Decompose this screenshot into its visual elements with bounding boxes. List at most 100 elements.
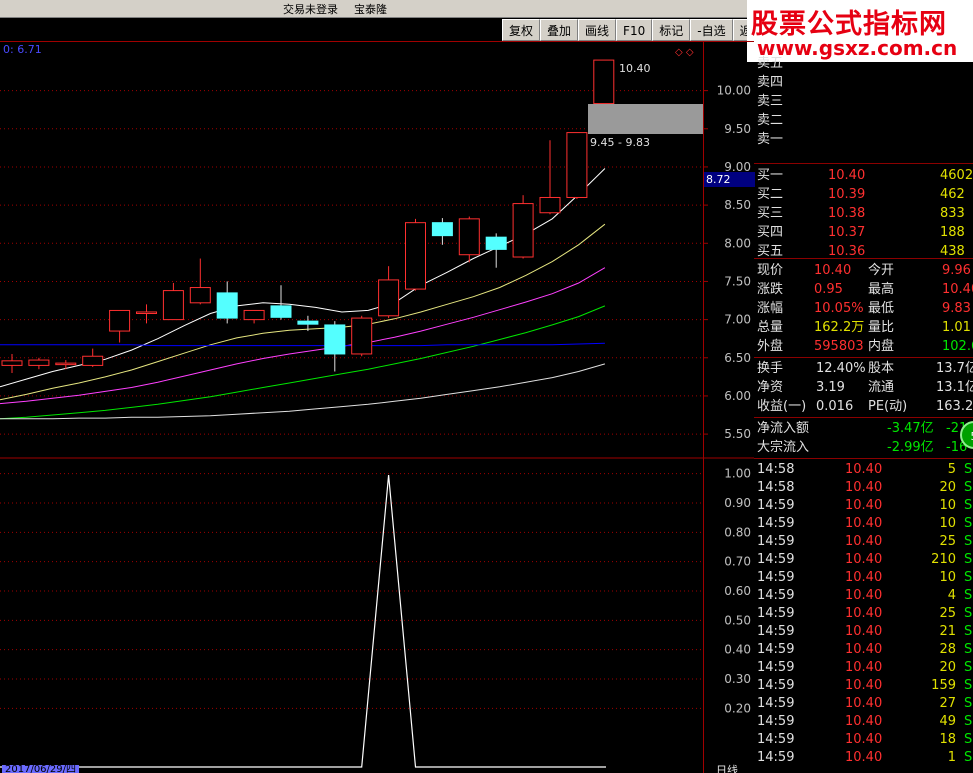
price-tick-label: 5.50 — [724, 427, 751, 441]
candle-body — [136, 311, 157, 314]
remove-watchlist-button[interactable]: -自选 — [690, 19, 733, 41]
stat-row: 总量 162.2万 量比 1.01 — [754, 318, 973, 337]
draw-line-button[interactable]: 画线 — [578, 19, 617, 41]
tick-time: 14:59 — [757, 678, 795, 693]
candle[interactable] — [431, 218, 453, 245]
tick-price: 10.40 — [845, 750, 883, 765]
candle[interactable] — [82, 348, 104, 367]
candle[interactable] — [189, 258, 211, 305]
level-price: 10.40 — [828, 168, 866, 183]
period-label[interactable]: 日线 — [716, 762, 738, 773]
level-label: 买一 — [757, 168, 784, 183]
candle[interactable] — [405, 218, 426, 291]
diamond-icon[interactable]: ◇ ◇ — [675, 47, 694, 58]
candle[interactable] — [136, 304, 157, 324]
tick-side: S — [964, 606, 973, 621]
candle[interactable] — [378, 266, 400, 319]
candle[interactable] — [216, 281, 238, 324]
candle[interactable] — [351, 315, 373, 357]
tick-time: 14:58 — [757, 462, 795, 477]
tick-volume: 49 — [939, 714, 956, 729]
chart-toolbar: 复权 叠加 画线 F10 标记 -自选 返回 — [502, 19, 771, 41]
tick-side: S — [964, 462, 973, 477]
fundamental-value: 3.19 — [816, 380, 845, 395]
candle-body — [351, 317, 373, 355]
sub-tick-label: 0.30 — [724, 672, 751, 686]
candle-body — [405, 222, 426, 290]
stock-name: 宝泰隆 — [354, 3, 387, 16]
stat-value: 0.95 — [814, 282, 843, 297]
level-label: 买四 — [757, 225, 784, 240]
tick-row: 14:59 10.40 159 S — [754, 677, 973, 695]
candle[interactable] — [458, 216, 480, 263]
watermark-logo: 股票公式指标网 www.gsxz.com.cn — [747, 0, 973, 62]
sub-tick-label: 0.60 — [724, 584, 751, 598]
buy-4-row[interactable]: 买四 10.37 188 — [754, 223, 973, 242]
candle[interactable] — [539, 140, 561, 215]
tick-volume: 20 — [939, 660, 956, 675]
buy-2-row[interactable]: 买二 10.39 462 — [754, 185, 973, 204]
buy-1-row[interactable]: 买一 10.40 46025 — [754, 166, 973, 185]
candle-body — [378, 279, 400, 317]
stat-value: 162.2万 — [814, 320, 865, 335]
candle-body — [512, 203, 534, 258]
mark-button[interactable]: 标记 — [652, 19, 691, 41]
stat-row: 涨跌 0.95 最高 10.40 — [754, 280, 973, 299]
fundamental-label: PE(动) — [868, 399, 908, 414]
candle[interactable] — [1, 353, 23, 374]
signal-line — [0, 475, 606, 768]
candle-body — [216, 292, 238, 319]
stat-value: 10.05% — [814, 301, 864, 316]
buy-3-row[interactable]: 买三 10.38 833 — [754, 204, 973, 223]
tick-row: 14:59 10.40 20 S — [754, 659, 973, 677]
flow-row: 净流入额 -3.47亿 -21 — [754, 419, 973, 438]
tick-time: 14:59 — [757, 624, 795, 639]
candle-body — [593, 59, 615, 105]
restore-rights-button[interactable]: 复权 — [502, 19, 541, 41]
candle-body — [566, 132, 588, 198]
fundamental-value: 13.7亿 — [936, 361, 973, 376]
candle[interactable] — [243, 309, 265, 324]
candle-body — [431, 222, 453, 237]
fundamental-label: 换手 — [757, 361, 784, 376]
candle[interactable] — [109, 309, 131, 343]
fundamental-value: 0.016 — [816, 399, 854, 414]
tick-row: 14:59 10.40 210 S — [754, 551, 973, 569]
tick-volume: 27 — [939, 696, 956, 711]
tick-side: S — [964, 678, 973, 693]
candle-body — [539, 196, 561, 214]
candle[interactable] — [28, 357, 50, 370]
candle[interactable] — [162, 282, 184, 321]
stat-row: 现价 10.40 今开 9.96 — [754, 261, 973, 280]
overlay-button[interactable]: 叠加 — [540, 19, 579, 41]
kline-chart[interactable]: 10.009.509.008.508.007.507.006.506.005.5… — [0, 41, 754, 773]
fundamental-value: 163.2 — [936, 399, 973, 414]
tick-price: 10.40 — [845, 696, 883, 711]
level-volume: 46025 — [940, 168, 973, 183]
crosshair-price-tag: 8.72 — [704, 172, 755, 187]
fundamental-label: 收益(一) — [757, 399, 807, 414]
candle-body — [1, 360, 23, 366]
fundamental-label: 股本 — [868, 361, 895, 376]
candle[interactable] — [566, 132, 588, 200]
quote-panel: 卖五 卖四 卖三 卖二 卖一 买一 10.40 46025 买二 10.39 462 买三 1… — [754, 56, 973, 773]
login-status: 交易未登录 — [283, 3, 338, 16]
candle[interactable] — [485, 233, 507, 268]
candle-body — [28, 359, 50, 366]
sub-tick-label: 0.90 — [724, 496, 751, 510]
flow-value: -3.47亿 — [887, 421, 934, 436]
candle-body — [162, 290, 184, 321]
tick-price: 10.40 — [845, 462, 883, 477]
tick-row: 14:59 10.40 25 S — [754, 605, 973, 623]
f10-button[interactable]: F10 — [616, 19, 653, 41]
level-volume: 188 — [940, 225, 965, 240]
tick-row: 14:59 10.40 1 S — [754, 749, 973, 767]
stat-value: 102.6万 — [942, 339, 973, 354]
candle[interactable] — [512, 195, 534, 259]
candle[interactable] — [324, 321, 346, 372]
stat-value: 10.40 — [814, 263, 852, 278]
candle[interactable] — [270, 285, 292, 320]
tick-volume: 25 — [939, 606, 956, 621]
candle[interactable] — [55, 360, 77, 370]
tick-time: 14:59 — [757, 714, 795, 729]
